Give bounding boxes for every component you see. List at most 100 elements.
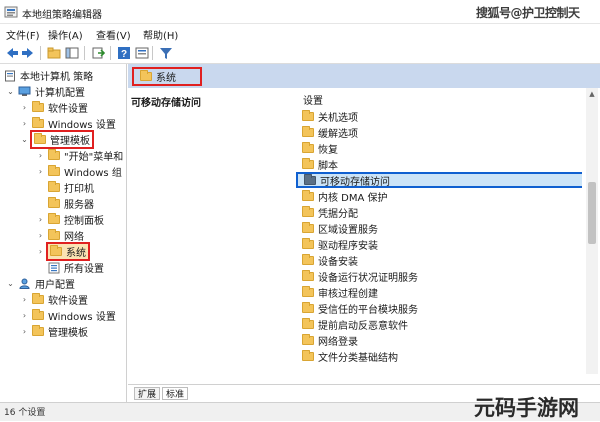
tree-label: 本地计算机 策略 bbox=[20, 72, 94, 83]
window-title: 本地组策略编辑器 bbox=[22, 10, 102, 21]
chevron-down-icon[interactable]: ⌄ bbox=[20, 135, 29, 144]
svg-text:?: ? bbox=[121, 49, 127, 60]
setting-row[interactable]: 恢复 bbox=[296, 140, 582, 156]
tree-label: 软件设置 bbox=[48, 104, 88, 115]
tree-item-user-windows-settings[interactable]: › Windows 设置 bbox=[20, 308, 116, 323]
chevron-right-icon[interactable]: › bbox=[20, 311, 29, 320]
folder-icon bbox=[302, 349, 314, 361]
setting-row[interactable]: 设备安装 bbox=[296, 252, 582, 268]
settings-column-header[interactable]: 设置 bbox=[303, 92, 323, 107]
tree-item-user-admin-templates[interactable]: › 管理模板 bbox=[20, 324, 88, 339]
setting-label: 区域设置服务 bbox=[318, 224, 378, 236]
tree-item-windows-components[interactable]: › Windows 组 bbox=[36, 164, 122, 179]
setting-label: 网络登录 bbox=[318, 336, 358, 348]
setting-row[interactable]: 设备运行状况证明服务 bbox=[296, 268, 582, 284]
scrollbar-thumb[interactable] bbox=[588, 182, 596, 244]
tree-item-control-panel[interactable]: › 控制面板 bbox=[36, 212, 104, 227]
chevron-right-icon[interactable]: › bbox=[36, 167, 45, 176]
folder-icon bbox=[302, 157, 314, 169]
tree-item-system[interactable]: › 系统 bbox=[36, 242, 90, 261]
current-node-header: 系统 bbox=[132, 67, 202, 86]
chevron-down-icon[interactable]: ⌄ bbox=[6, 279, 15, 288]
setting-row[interactable]: 缓解选项 bbox=[296, 124, 582, 140]
tree-label: 用户配置 bbox=[35, 280, 75, 291]
chevron-right-icon[interactable]: › bbox=[36, 151, 45, 160]
folder-icon bbox=[32, 325, 44, 336]
tree-item-all-settings[interactable]: 所有设置 bbox=[48, 260, 104, 275]
properties-icon[interactable] bbox=[134, 45, 150, 61]
forward-icon[interactable] bbox=[20, 45, 36, 61]
chevron-right-icon[interactable]: › bbox=[20, 327, 29, 336]
tree-item-root[interactable]: 本地计算机 策略 bbox=[4, 68, 93, 83]
setting-row[interactable]: 脚本 bbox=[296, 156, 582, 172]
setting-row[interactable]: 提前启动反恶意软件 bbox=[296, 316, 582, 332]
menu-file[interactable]: 文件(F) bbox=[6, 27, 40, 42]
show-hide-tree-icon[interactable] bbox=[64, 45, 80, 61]
folder-icon bbox=[32, 117, 44, 128]
export-list-icon[interactable] bbox=[90, 45, 106, 61]
tree-label: 打印机 bbox=[64, 184, 94, 195]
tree-label: 管理模板 bbox=[50, 136, 90, 147]
tree-label: 计算机配置 bbox=[35, 88, 85, 99]
tree-item-software-settings[interactable]: › 软件设置 bbox=[20, 100, 88, 115]
folder-icon bbox=[304, 173, 316, 185]
tab-standard[interactable]: 标准 bbox=[162, 387, 189, 400]
policy-doc-icon bbox=[5, 70, 15, 81]
tree-item-user-software-settings[interactable]: › 软件设置 bbox=[20, 292, 88, 307]
setting-row[interactable]: 驱动程序安装 bbox=[296, 236, 582, 252]
tree-item-network[interactable]: › 网络 bbox=[36, 228, 84, 243]
menu-view[interactable]: 查看(V) bbox=[96, 27, 131, 42]
folder-icon bbox=[302, 109, 314, 121]
tab-extended[interactable]: 扩展 bbox=[134, 387, 161, 400]
chevron-right-icon[interactable]: › bbox=[20, 295, 29, 304]
setting-row-selected[interactable]: 可移动存储访问 bbox=[296, 172, 582, 188]
toolbar-separator bbox=[152, 46, 153, 60]
menu-bar bbox=[0, 24, 600, 42]
setting-row[interactable]: 关机选项 bbox=[296, 108, 582, 124]
setting-label: 审核过程创建 bbox=[318, 288, 378, 300]
tree-item-start-menu[interactable]: › "开始"菜单和 bbox=[36, 148, 123, 163]
computer-icon bbox=[18, 86, 31, 96]
folder-icon bbox=[32, 309, 44, 320]
filter-icon[interactable] bbox=[158, 45, 174, 61]
folder-icon bbox=[302, 221, 314, 233]
menu-help[interactable]: 帮助(H) bbox=[143, 27, 178, 42]
chevron-right-icon[interactable]: › bbox=[20, 119, 29, 128]
tree-item-servers[interactable]: 服务器 bbox=[48, 196, 94, 211]
setting-row[interactable]: 文件分类基础结构 bbox=[296, 348, 582, 364]
chevron-right-icon[interactable]: › bbox=[20, 103, 29, 112]
folder-icon bbox=[302, 269, 314, 281]
tree-item-printers[interactable]: 打印机 bbox=[48, 180, 94, 195]
scroll-up-arrow-icon[interactable]: ▲ bbox=[586, 90, 598, 100]
current-node-title: 系统 bbox=[156, 73, 176, 84]
setting-row[interactable]: 内核 DMA 保护 bbox=[296, 188, 582, 204]
setting-label: 脚本 bbox=[318, 160, 338, 172]
setting-row[interactable]: 凭据分配 bbox=[296, 204, 582, 220]
up-folder-icon[interactable] bbox=[46, 45, 62, 61]
tree-item-windows-settings[interactable]: › Windows 设置 bbox=[20, 116, 116, 131]
chevron-down-icon[interactable]: ⌄ bbox=[6, 87, 15, 96]
tree-label: 管理模板 bbox=[48, 328, 88, 339]
menu-action[interactable]: 操作(A) bbox=[48, 27, 83, 42]
tree-pane: 本地计算机 策略 ⌄ 计算机配置 › 软件设置 › Windows 设置 ⌄ 管… bbox=[0, 64, 127, 402]
folder-icon bbox=[32, 101, 44, 112]
back-icon[interactable] bbox=[4, 45, 20, 61]
highlight-box: 系统 bbox=[46, 242, 90, 261]
tree-item-computer-config[interactable]: ⌄ 计算机配置 bbox=[6, 84, 85, 99]
setting-row[interactable]: 网络登录 bbox=[296, 332, 582, 348]
folder-icon bbox=[34, 133, 46, 144]
setting-row[interactable]: 区域设置服务 bbox=[296, 220, 582, 236]
folder-icon bbox=[32, 293, 44, 304]
chevron-right-icon[interactable]: › bbox=[36, 231, 45, 240]
folder-icon bbox=[302, 189, 314, 201]
watermark: 搜狐号@护卫控制天 bbox=[476, 6, 580, 20]
setting-row[interactable]: 审核过程创建 bbox=[296, 284, 582, 300]
chevron-right-icon[interactable]: › bbox=[36, 247, 45, 256]
help-icon[interactable]: ? bbox=[116, 45, 132, 61]
chevron-right-icon[interactable]: › bbox=[36, 215, 45, 224]
all-settings-icon bbox=[48, 262, 60, 273]
setting-row[interactable]: 受信任的平台模块服务 bbox=[296, 300, 582, 316]
tree-item-admin-templates[interactable]: ⌄ 管理模板 bbox=[20, 130, 94, 149]
tree-item-user-config[interactable]: ⌄ 用户配置 bbox=[6, 276, 75, 291]
status-text: 16 个设置 bbox=[4, 408, 46, 418]
